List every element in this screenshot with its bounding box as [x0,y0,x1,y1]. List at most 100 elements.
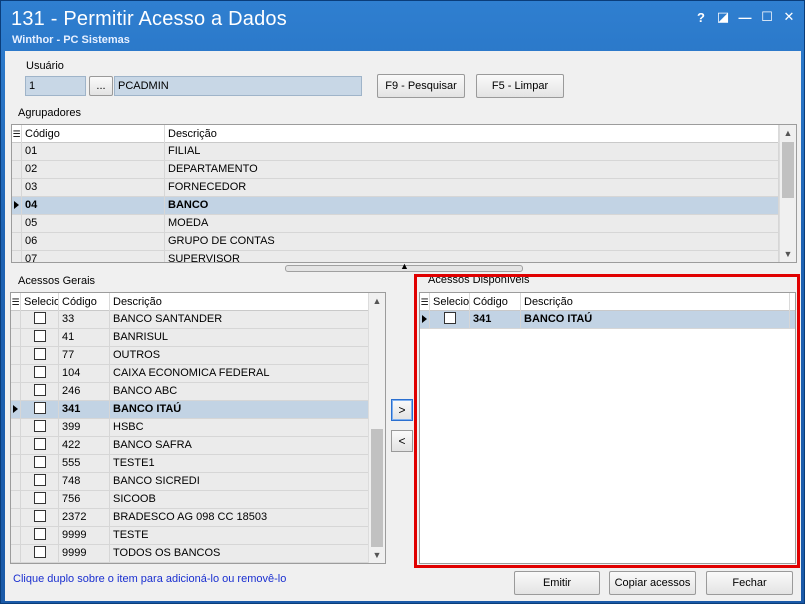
table-row[interactable]: 555 TESTE1 [11,455,385,473]
emitir-button[interactable]: Emitir [514,571,600,595]
column-descricao[interactable]: Descrição [110,293,369,311]
checkbox[interactable] [33,366,46,379]
table-row[interactable]: 41 BANRISUL [11,329,385,347]
scroll-down-icon[interactable]: ▼ [780,246,796,262]
copiar-acessos-button[interactable]: Copiar acessos [609,571,696,595]
table-row[interactable]: 756 SICOOB [11,491,385,509]
table-row[interactable]: 341 BANCO ITAÚ [11,401,385,419]
table-row[interactable]: 03 FORNECEDOR [12,179,796,197]
select-cell[interactable] [21,419,59,436]
column-menu-icon[interactable]: ☰ [12,125,22,143]
usuario-code-field[interactable]: 1 [25,76,86,96]
checkbox[interactable] [33,402,46,415]
minimize-icon[interactable]: — [736,9,754,25]
table-row[interactable]: 2372 BRADESCO AG 098 CC 18503 [11,509,385,527]
descricao-cell: TESTE [110,527,369,544]
table-row[interactable]: 05 MOEDA [12,215,796,233]
table-row[interactable]: 01 FILIAL [12,143,796,161]
table-row[interactable]: 748 BANCO SICREDI [11,473,385,491]
table-row[interactable]: 77 OUTROS [11,347,385,365]
checkbox[interactable] [33,384,46,397]
table-row[interactable]: 9999 TESTE [11,527,385,545]
resize-icon[interactable]: ◪ [714,9,732,25]
descricao-cell: BANCO SANTANDER [110,311,369,328]
remove-access-button[interactable]: < [391,430,413,452]
select-cell[interactable] [21,491,59,508]
agrupadores-scrollbar[interactable]: ▲ ▼ [779,125,796,262]
select-cell[interactable] [21,545,59,562]
add-access-button[interactable]: > [391,399,413,421]
descricao-cell: BANCO SICREDI [110,473,369,490]
agrupadores-grid[interactable]: ☰ Código Descrição 01 FILIAL 02 DEPARTAMENT… [11,124,797,263]
acessos-gerais-scrollbar[interactable]: ▲ ▼ [368,293,385,563]
scroll-up-icon[interactable]: ▲ [369,293,385,309]
descricao-cell: TODOS OS BANCOS [110,545,369,562]
agrupadores-header: ☰ Código Descrição [12,125,796,143]
checkbox[interactable] [33,456,46,469]
codigo-cell: 555 [59,455,110,472]
table-row[interactable]: 33 BANCO SANTANDER [11,311,385,329]
checkbox[interactable] [33,312,46,325]
column-menu-icon[interactable]: ☰ [11,293,21,311]
row-indicator [11,347,21,364]
codigo-cell: 422 [59,437,110,454]
table-row[interactable]: 399 HSBC [11,419,385,437]
codigo-cell: 9999 [59,545,110,562]
scroll-down-icon[interactable]: ▼ [369,547,385,563]
checkbox[interactable] [33,510,46,523]
checkbox[interactable] [33,546,46,559]
descricao-cell: BANCO ITAÚ [110,401,369,418]
table-row[interactable]: 104 CAIXA ECONOMICA FEDERAL [11,365,385,383]
panel-splitter[interactable]: ▲ [285,261,523,272]
usuario-lookup-button[interactable]: ... [89,76,113,96]
scroll-up-icon[interactable]: ▲ [780,125,796,141]
checkbox[interactable] [33,330,46,343]
window-subtitle: Winthor - PC Sistemas [12,34,130,46]
select-cell[interactable] [21,365,59,382]
clear-button[interactable]: F5 - Limpar [476,74,564,98]
select-cell[interactable] [21,509,59,526]
codigo-cell: 04 [22,197,165,214]
help-icon[interactable]: ? [692,9,710,25]
checkbox[interactable] [33,438,46,451]
select-cell[interactable] [21,347,59,364]
select-cell[interactable] [21,527,59,544]
column-codigo[interactable]: Código [22,125,165,143]
app-window: 131 - Permitir Acesso a Dados Winthor - … [0,0,805,604]
close-icon[interactable]: ✕ [780,9,798,25]
usuario-name-field[interactable]: PCADMIN [114,76,362,96]
column-selecionar[interactable]: Selecio [21,293,59,311]
row-indicator [12,233,22,250]
acessos-gerais-grid[interactable]: ☰ Selecio Código Descrição 33 BANCO SANTA… [10,292,386,564]
fechar-button[interactable]: Fechar [706,571,793,595]
checkbox[interactable] [33,348,46,361]
codigo-cell: 06 [22,233,165,250]
row-indicator [11,365,21,382]
table-row[interactable]: 9999 TODOS OS BANCOS [11,545,385,563]
checkbox[interactable] [33,528,46,541]
select-cell[interactable] [21,473,59,490]
column-codigo[interactable]: Código [59,293,110,311]
acessos-gerais-header: ☰ Selecio Código Descrição [11,293,385,311]
checkbox[interactable] [33,474,46,487]
checkbox[interactable] [33,420,46,433]
select-cell[interactable] [21,401,59,418]
search-button[interactable]: F9 - Pesquisar [377,74,465,98]
table-row[interactable]: 246 BANCO ABC [11,383,385,401]
scroll-thumb[interactable] [371,429,383,547]
table-row[interactable]: 422 BANCO SAFRA [11,437,385,455]
select-cell[interactable] [21,311,59,328]
column-descricao[interactable]: Descrição [165,125,779,143]
maximize-icon[interactable]: ☐ [758,9,776,25]
scroll-thumb[interactable] [782,142,794,198]
select-cell[interactable] [21,329,59,346]
select-cell[interactable] [21,437,59,454]
descricao-cell: FORNECEDOR [165,179,779,196]
table-row[interactable]: 02 DEPARTAMENTO [12,161,796,179]
checkbox[interactable] [33,492,46,505]
row-indicator [12,179,22,196]
table-row[interactable]: 04 BANCO [12,197,796,215]
select-cell[interactable] [21,455,59,472]
table-row[interactable]: 06 GRUPO DE CONTAS [12,233,796,251]
select-cell[interactable] [21,383,59,400]
